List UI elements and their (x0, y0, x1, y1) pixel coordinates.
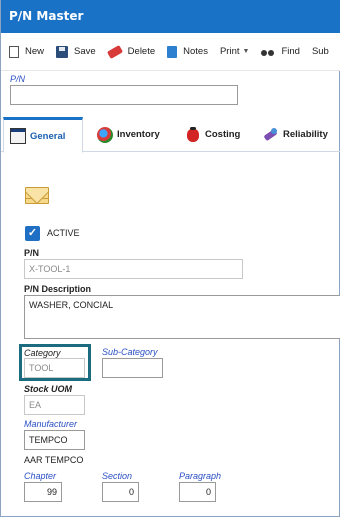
new-label: New (25, 46, 45, 57)
tab-general[interactable]: General (3, 117, 83, 153)
delete-button[interactable]: Delete (106, 44, 156, 59)
binoculars-icon (261, 47, 275, 57)
save-button[interactable]: Save (56, 45, 96, 58)
inventory-globe-icon (97, 126, 113, 143)
pn-search-label: P/N (10, 74, 26, 84)
envelope-icon[interactable] (25, 187, 49, 204)
tab-costing-label: Costing (205, 129, 241, 140)
window-title: P/N Master (1, 0, 340, 33)
tab-costing[interactable]: Costing (179, 117, 249, 152)
delete-label: Delete (127, 46, 156, 57)
tab-inventory-label: Inventory (117, 129, 160, 140)
manufacturer-name: AAR TEMPCO (24, 455, 84, 465)
paragraph-label: Paragraph (179, 471, 222, 481)
chapter-field[interactable] (24, 482, 62, 502)
section-field[interactable] (102, 482, 139, 502)
tab-reliability-label: Reliability (283, 129, 328, 140)
sub-label: Sub (311, 46, 329, 57)
notes-button[interactable]: Notes (167, 45, 208, 58)
find-button[interactable]: Find (261, 46, 300, 57)
active-checkbox[interactable]: ✓ (25, 226, 40, 241)
pn-field[interactable] (24, 259, 243, 279)
tab-inventory[interactable]: Inventory (91, 117, 169, 152)
pn-description-label: P/N Description (24, 284, 92, 294)
active-label: ACTIVE (47, 228, 80, 238)
subcategory-field[interactable] (102, 358, 163, 378)
toolbar: New Save Delete Notes Print ▼ Find Sub (1, 33, 340, 71)
print-label: Print (219, 46, 240, 57)
category-field[interactable] (24, 358, 85, 378)
manufacturer-label: Manufacturer (24, 419, 78, 429)
manufacturer-field[interactable] (24, 430, 85, 450)
section-label: Section (102, 471, 133, 481)
new-document-icon (9, 45, 19, 58)
wrench-icon (263, 127, 279, 143)
stock-uom-field[interactable] (24, 395, 85, 415)
print-button[interactable]: Print ▼ (220, 46, 249, 57)
tab-bar: General Inventory Costing Reliability (1, 117, 340, 153)
floppy-disk-icon (56, 45, 69, 58)
chapter-label: Chapter (24, 471, 57, 481)
chevron-down-icon: ▼ (242, 48, 250, 55)
pn-label: P/N (24, 248, 40, 258)
new-button[interactable]: New (9, 45, 45, 58)
pn-master-window: P/N Master New Save Delete Notes Print ▼… (0, 0, 340, 517)
pn-description-field[interactable]: WASHER, CONCIAL (24, 295, 340, 339)
notes-label: Notes (183, 46, 208, 57)
notes-icon (167, 45, 178, 58)
find-label: Find (281, 46, 300, 57)
eraser-icon (106, 44, 123, 59)
pn-search-input[interactable] (10, 85, 238, 105)
save-label: Save (74, 46, 96, 57)
money-bag-icon (185, 126, 201, 143)
sub-button[interactable]: Sub (312, 46, 329, 57)
stock-uom-label: Stock UOM (24, 384, 73, 394)
category-label: Category (24, 348, 61, 358)
paragraph-field[interactable] (179, 482, 216, 502)
window-icon (10, 128, 26, 144)
tab-general-label: General (30, 130, 66, 142)
subcategory-label: Sub-Category (102, 347, 158, 357)
tab-reliability[interactable]: Reliability (257, 117, 340, 152)
